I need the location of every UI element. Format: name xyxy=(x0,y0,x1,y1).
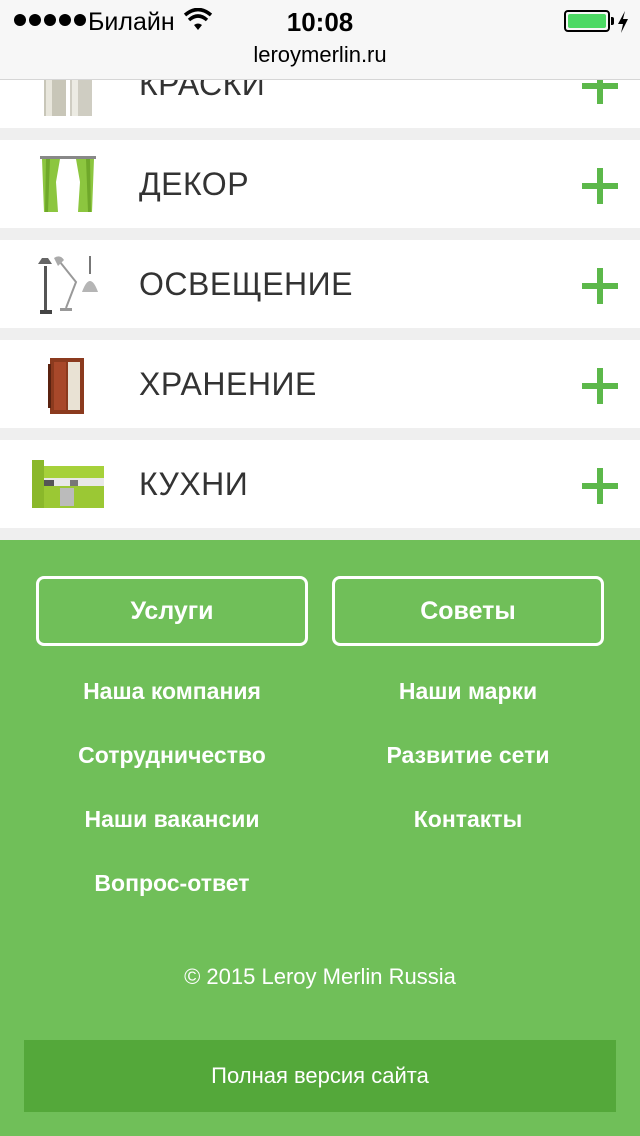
expand-plus-icon[interactable] xyxy=(582,168,618,204)
category-label: ДЕКОР xyxy=(139,166,250,202)
full-version-button[interactable]: Полная версия сайта xyxy=(24,1040,616,1112)
address-bar-url[interactable]: leroymerlin.ru xyxy=(0,42,640,68)
expand-plus-icon[interactable] xyxy=(582,368,618,404)
curtains-icon xyxy=(40,156,96,212)
battery-nub xyxy=(611,17,614,25)
category-label: КУХНИ xyxy=(139,466,249,502)
copyright-text: © 2015 Leroy Merlin Russia xyxy=(184,964,456,989)
footer-link-vacancies[interactable]: Наши вакансии xyxy=(22,806,322,833)
category-label: ОСВЕЩЕНИЕ xyxy=(139,266,353,302)
services-button[interactable]: Услуги xyxy=(36,576,308,646)
wardrobe-icon xyxy=(48,358,84,414)
site-footer: Услуги Советы Наша компания Наши марки С… xyxy=(0,540,640,1136)
footer-link-faq[interactable]: Вопрос-ответ xyxy=(22,870,322,897)
category-label: ХРАНЕНИЕ xyxy=(139,366,317,402)
status-bar: Билайн 10:08 leroymerlin.ru xyxy=(0,0,640,80)
charging-icon xyxy=(618,11,628,33)
clock: 10:08 xyxy=(286,7,354,37)
battery-icon xyxy=(564,10,610,32)
advice-button[interactable]: Советы xyxy=(332,576,604,646)
footer-link-cooperation[interactable]: Сотрудничество xyxy=(22,742,322,769)
category-item-decor[interactable]: ДЕКОР xyxy=(0,140,640,228)
category-item-lighting[interactable]: ОСВЕЩЕНИЕ xyxy=(0,240,640,328)
footer-link-network[interactable]: Развитие сети xyxy=(318,742,618,769)
expand-plus-icon[interactable] xyxy=(582,268,618,304)
expand-plus-icon[interactable] xyxy=(582,468,618,504)
footer-link-company[interactable]: Наша компания xyxy=(22,678,322,705)
kitchen-icon xyxy=(32,460,104,508)
footer-link-brands[interactable]: Наши марки xyxy=(318,678,618,705)
category-item-storage[interactable]: ХРАНЕНИЕ xyxy=(0,340,640,428)
lamps-icon xyxy=(38,256,98,314)
category-item-kitchens[interactable]: КУХНИ xyxy=(0,440,640,528)
footer-link-contacts[interactable]: Контакты xyxy=(318,806,618,833)
